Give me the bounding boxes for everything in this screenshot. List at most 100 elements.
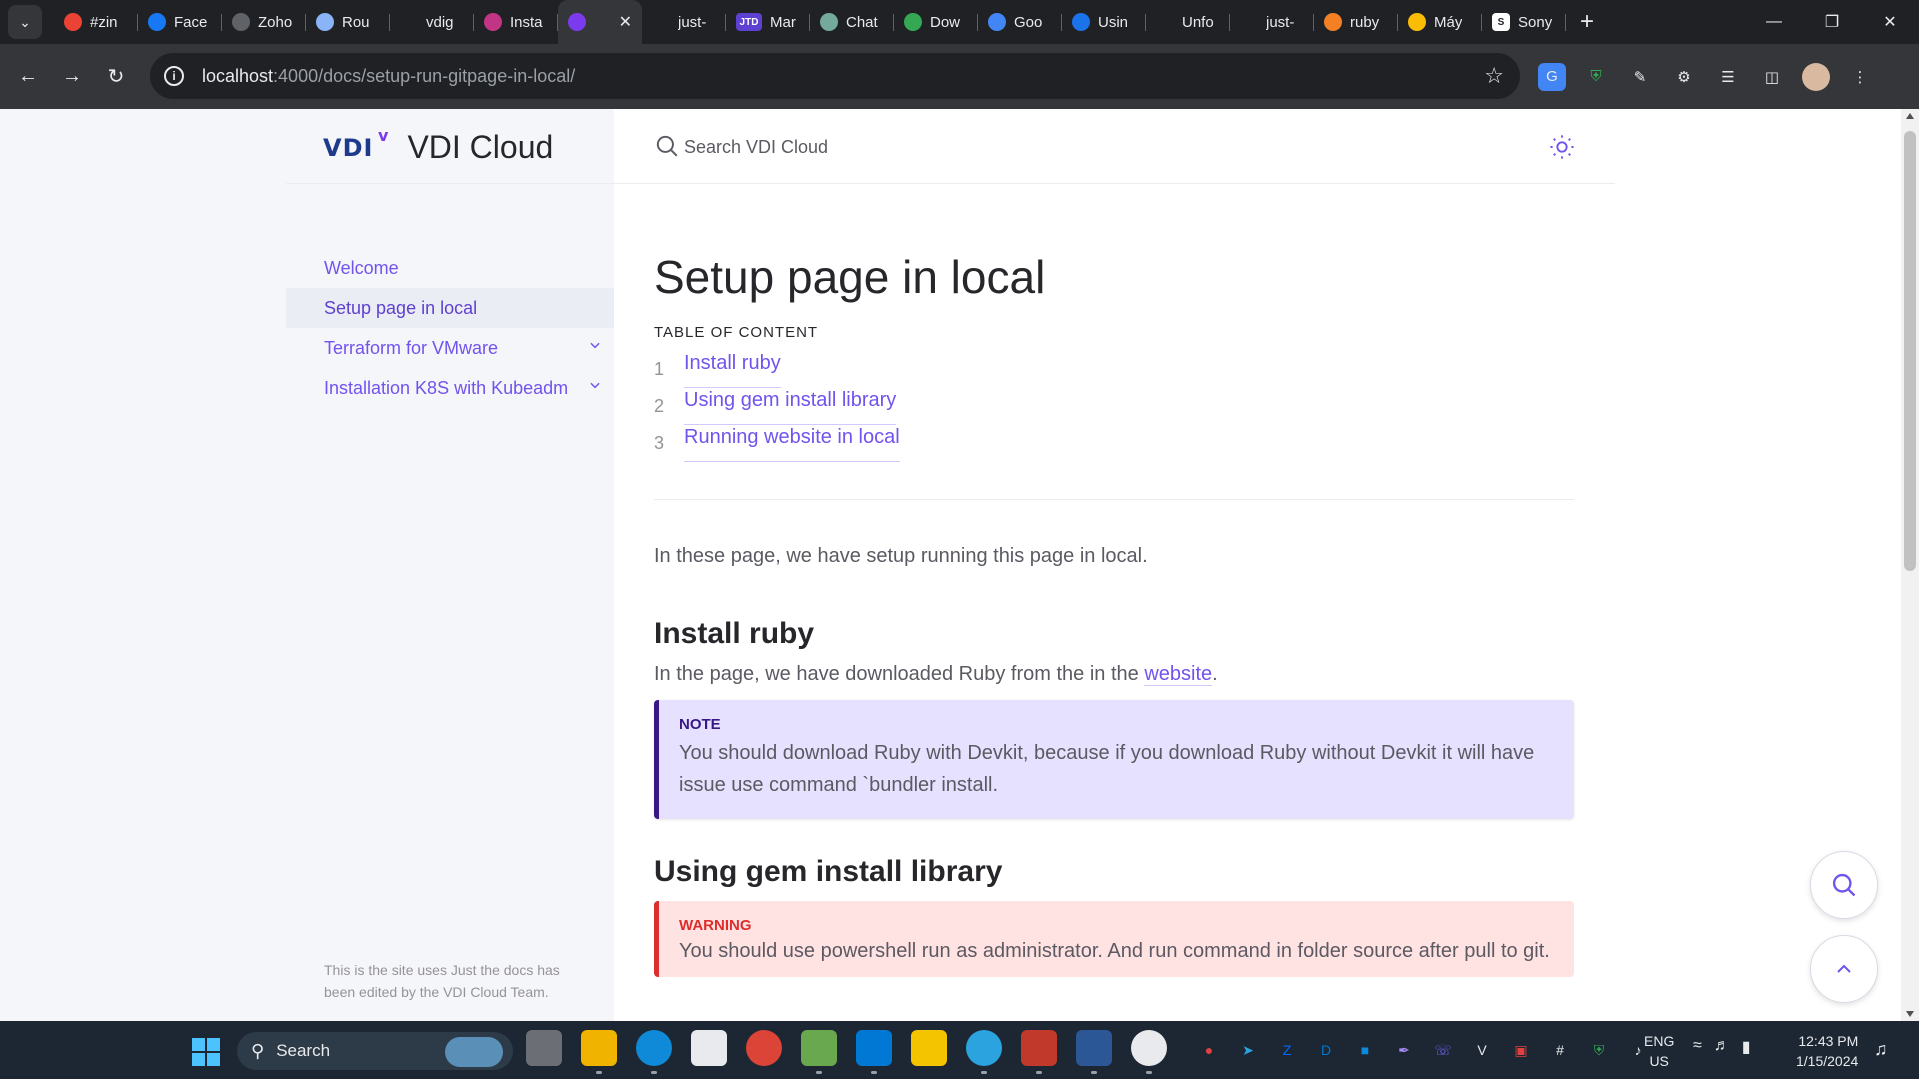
sidebar-item-label[interactable]: Welcome (324, 258, 399, 279)
taskbar-clock[interactable]: 12:43 PM 1/15/2024 (1796, 1031, 1858, 1071)
tab-active[interactable]: ✕ (558, 0, 642, 44)
tab-title: Rou (342, 13, 370, 31)
address-bar[interactable]: i localhost:4000/docs/setup-run-gitpage-… (150, 53, 1520, 99)
browser-tab[interactable]: Rou (306, 0, 390, 44)
tab-title: Dow (930, 13, 961, 31)
back-button[interactable]: ← (6, 55, 50, 99)
scroll-down-icon[interactable] (1906, 1011, 1914, 1017)
chevron-down-icon[interactable] (588, 338, 602, 355)
browser-tab[interactable]: JTD Mar (726, 0, 810, 44)
forward-button[interactable]: → (50, 55, 94, 99)
windows-start-button[interactable] (192, 1038, 220, 1066)
url-host: localhost (202, 65, 274, 86)
toc-link[interactable]: Install ruby (684, 351, 781, 388)
vscode-icon[interactable] (856, 1030, 892, 1074)
pen-tray-icon[interactable]: ✒ (1391, 1037, 1417, 1063)
browser-tab[interactable]: Zoho (222, 0, 306, 44)
screen-recorder-icon[interactable] (1021, 1030, 1057, 1074)
toc-link[interactable]: Using gem install library (684, 388, 897, 425)
quick-settings[interactable]: ≈ ♬ ▮ (1693, 1037, 1751, 1057)
sidebar-item-0[interactable]: Welcome (286, 248, 614, 288)
floating-search-button[interactable] (1810, 851, 1878, 919)
microsoft-store-icon[interactable] (691, 1030, 727, 1066)
website-link[interactable]: website (1144, 663, 1213, 686)
dell-tray-icon[interactable]: D (1313, 1037, 1339, 1063)
sidebar-item-label[interactable]: Installation K8S with Kubeadm (324, 378, 568, 399)
sidebar-item-label[interactable]: Setup page in local (324, 298, 477, 319)
github-icon (1240, 13, 1258, 31)
scroll-up-icon[interactable] (1906, 113, 1914, 119)
v-tray-icon[interactable]: V (1469, 1037, 1495, 1063)
close-tab-icon[interactable]: ✕ (619, 12, 632, 32)
browser-tab[interactable]: vdig (390, 0, 474, 44)
bookmark-star-icon[interactable]: ☆ (1484, 63, 1504, 89)
telegram-tray-icon[interactable]: ➤ (1235, 1037, 1261, 1063)
browser-tab[interactable]: ruby (1314, 0, 1398, 44)
back-to-top-button[interactable] (1810, 935, 1878, 1003)
browser-tab[interactable]: just- (642, 0, 726, 44)
taskbar-search-box[interactable]: ⚲ Search (237, 1032, 513, 1070)
site-logo-link[interactable]: VDI v VDI Cloud (323, 126, 553, 166)
app-badge-tray-icon[interactable]: ▣ (1508, 1037, 1534, 1063)
toc-item: 2 Using gem install library (654, 388, 1574, 425)
shield-extension-icon[interactable]: ⛨ (1582, 63, 1610, 91)
edge-browser-icon[interactable] (636, 1030, 672, 1074)
tab-title: Zoho (258, 13, 293, 31)
task-view-icon[interactable] (526, 1030, 562, 1066)
table-of-contents: 1 Install ruby 2 Using gem install library 3… (654, 351, 1574, 462)
browser-menu-icon[interactable]: ⋮ (1846, 63, 1874, 91)
close-window-button[interactable]: ✕ (1861, 0, 1919, 44)
tab-title: just- (1266, 13, 1295, 31)
browser-tab[interactable]: Usin (1062, 0, 1146, 44)
security-tray-icon[interactable]: ⛨ (1586, 1037, 1612, 1063)
git-app-icon[interactable] (801, 1030, 837, 1074)
sticky-notes-icon[interactable] (911, 1030, 947, 1066)
zalo-tray-icon[interactable]: Z (1274, 1037, 1300, 1063)
side-panel-icon[interactable]: ◫ (1758, 63, 1786, 91)
language-indicator[interactable]: ENG US (1644, 1031, 1674, 1071)
google-translate-extension-icon[interactable]: G (1538, 62, 1566, 91)
browser-tab[interactable]: just- (1230, 0, 1314, 44)
browser-tab[interactable]: Insta (474, 0, 558, 44)
note-label: NOTE (679, 716, 721, 733)
browser-tab[interactable]: Máy (1398, 0, 1482, 44)
browser-tab[interactable]: #zin (54, 0, 138, 44)
browser-tab[interactable]: Dow (894, 0, 978, 44)
eyedropper-extension-icon[interactable]: ✎ (1626, 63, 1654, 91)
browser-tab[interactable]: Goo (978, 0, 1062, 44)
slack-tray-icon[interactable]: # (1547, 1037, 1573, 1063)
puzzle-extensions-icon[interactable]: ⚙ (1670, 63, 1698, 91)
sidebar-item-3[interactable]: Installation K8S with Kubeadm (286, 368, 614, 408)
search-input[interactable] (684, 129, 1284, 165)
scrollbar-thumb[interactable] (1904, 131, 1916, 571)
page-scrollbar[interactable] (1901, 109, 1919, 1021)
app-tray-icon[interactable]: ■ (1352, 1037, 1378, 1063)
sidebar-item-1[interactable]: Setup page in local (286, 288, 614, 328)
browser-tab[interactable]: Chat (810, 0, 894, 44)
media-control-icon[interactable]: ☰ (1714, 63, 1742, 91)
sidebar-item-label[interactable]: Terraform for VMware (324, 338, 498, 359)
sidebar-item-2[interactable]: Terraform for VMware (286, 328, 614, 368)
sun-theme-toggle-icon[interactable] (1548, 133, 1576, 161)
browser-tab[interactable]: S Sony (1482, 0, 1566, 44)
browser-tab[interactable]: Face (138, 0, 222, 44)
file-explorer-icon[interactable] (581, 1030, 617, 1074)
browser-tab[interactable]: Unfo (1146, 0, 1230, 44)
tab-search-button[interactable]: ⌄ (8, 5, 42, 39)
record-tray-icon[interactable]: ● (1196, 1037, 1222, 1063)
search-icon (656, 135, 678, 157)
telegram-icon[interactable] (966, 1030, 1002, 1074)
notification-bell-icon[interactable]: ♫ (1874, 1039, 1888, 1060)
profile-avatar[interactable] (1802, 62, 1830, 91)
reload-button[interactable]: ↻ (94, 55, 138, 99)
viber-tray-icon[interactable]: ☏ (1430, 1037, 1456, 1063)
powershell-icon[interactable] (1076, 1030, 1112, 1074)
site-info-icon[interactable]: i (164, 66, 184, 86)
restore-button[interactable]: ❐ (1803, 0, 1861, 44)
minimize-button[interactable]: — (1745, 0, 1803, 44)
chrome-icon[interactable] (746, 1030, 782, 1066)
slack-icon[interactable] (1131, 1030, 1167, 1074)
toc-link[interactable]: Running website in local (684, 425, 900, 462)
chevron-down-icon[interactable] (588, 378, 602, 395)
new-tab-button[interactable]: + (1570, 5, 1604, 39)
